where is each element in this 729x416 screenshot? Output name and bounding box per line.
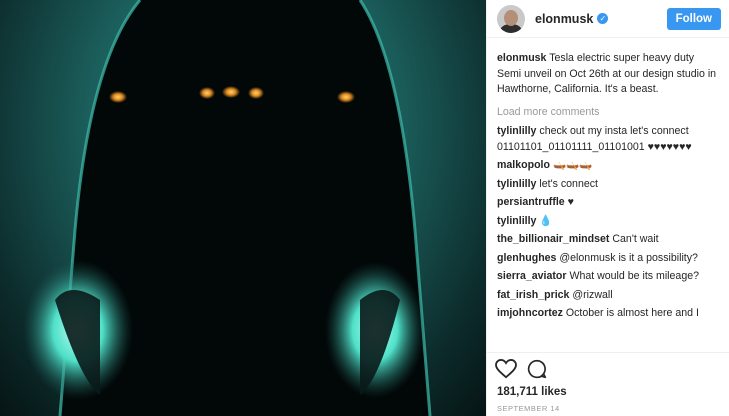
comment-item: tylinlilly let's connect: [497, 177, 721, 193]
post-image[interactable]: [0, 0, 486, 416]
comments-list[interactable]: elonmusk Tesla electric super heavy duty…: [497, 51, 721, 350]
comment-text: ♥: [567, 196, 574, 208]
comment-item: tylinlilly check out my insta let's conn…: [497, 124, 721, 155]
action-bar: [495, 358, 547, 380]
caption-username[interactable]: elonmusk: [497, 52, 546, 64]
comment-username[interactable]: the_billionair_mindset: [497, 233, 609, 245]
comment-username[interactable]: tylinlilly: [497, 125, 536, 137]
comment-items: tylinlilly check out my insta let's conn…: [497, 124, 721, 322]
comment-username[interactable]: sierra_aviator: [497, 270, 567, 282]
comment-username[interactable]: tylinlilly: [497, 178, 536, 190]
caption: elonmusk Tesla electric super heavy duty…: [497, 51, 721, 98]
post-sidebar: elonmusk ✓ Follow elonmusk Tesla electri…: [486, 0, 729, 416]
comment-text: What would be its mileage?: [569, 270, 699, 282]
comment-item: sierra_aviator What would be its mileage…: [497, 269, 721, 285]
comment-text: let's connect: [539, 177, 598, 190]
follow-button[interactable]: Follow: [666, 7, 721, 30]
comment-item: persiantruffle ♥: [497, 195, 721, 211]
instagram-post: elonmusk ✓ Follow elonmusk Tesla electri…: [0, 0, 729, 416]
comment-item: glenhughes @elonmusk is it a possibility…: [497, 251, 721, 267]
post-date: SEPTEMBER 14: [497, 404, 560, 413]
comment-text: 🛶🛶🛶: [552, 159, 593, 171]
comment-username[interactable]: fat_irish_prick: [497, 289, 569, 301]
comment-username[interactable]: tylinlilly: [497, 215, 536, 227]
comment-username[interactable]: imjohncortez: [497, 307, 563, 319]
comment-item: tylinlilly 💧: [497, 214, 721, 230]
comment-username[interactable]: glenhughes: [497, 252, 556, 264]
comment-text: October is almost here and I: [565, 307, 699, 319]
comment-item: malkopolo 🛶🛶🛶: [497, 158, 721, 174]
comment-username[interactable]: persiantruffle: [497, 196, 565, 208]
comment-username[interactable]: malkopolo: [497, 159, 550, 171]
load-more-comments-link[interactable]: Load more comments: [497, 105, 721, 121]
comment-text: Can't wait: [612, 233, 659, 245]
comment-item: imjohncortez October is almost here and …: [497, 306, 721, 322]
username-link[interactable]: elonmusk: [535, 12, 593, 26]
comment-text: @rizwall: [572, 288, 613, 301]
truck-silhouette: [23, 0, 432, 416]
heart-icon[interactable]: [495, 359, 517, 379]
avatar[interactable]: [497, 4, 525, 33]
divider: [487, 352, 729, 353]
verified-badge-icon: ✓: [597, 13, 609, 24]
post-header: elonmusk ✓ Follow: [487, 0, 729, 38]
comment-text: @elonmusk is it a possibility?: [559, 251, 698, 264]
comment-item: fat_irish_prick @rizwall: [497, 288, 721, 304]
likes-count[interactable]: 181,711 likes: [497, 386, 567, 398]
comment-bubble-icon[interactable]: [527, 359, 547, 379]
comment-text: 💧: [539, 214, 553, 227]
comment-item: the_billionair_mindset Can't wait: [497, 232, 721, 248]
